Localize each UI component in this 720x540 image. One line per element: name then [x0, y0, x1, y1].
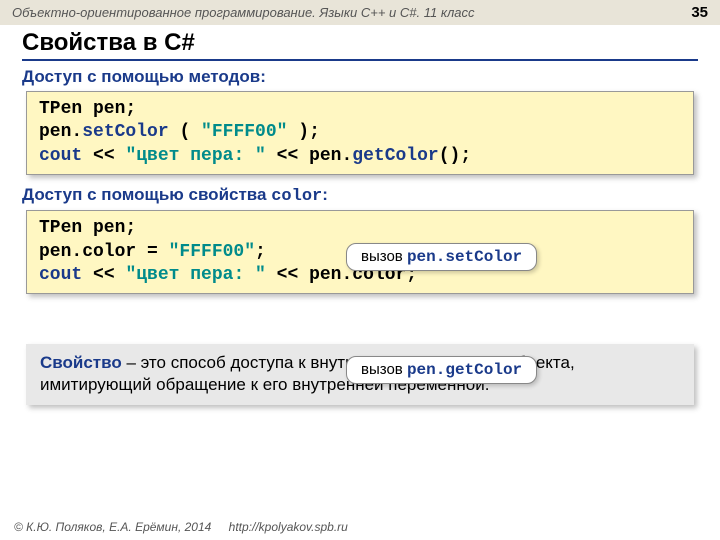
code-text: pen.color =	[39, 242, 169, 262]
code-text: << pen.	[266, 146, 352, 166]
page-number: 35	[691, 4, 708, 21]
code-keyword: getColor	[352, 146, 438, 166]
page-title: Свойства в C#	[22, 29, 698, 61]
code-string: "цвет пера: "	[125, 265, 265, 285]
footer: © К.Ю. Поляков, Е.А. Ерёмин, 2014 http:/…	[14, 520, 348, 534]
footer-url: http://kpolyakov.spb.ru	[229, 520, 348, 534]
code-text: ();	[439, 146, 471, 166]
callout-code: pen.setColor	[407, 248, 522, 266]
section1-heading: Доступ с помощью методов:	[22, 67, 698, 87]
content-area: Свойства в C# Доступ с помощью методов: …	[0, 25, 720, 405]
code-keyword: setColor	[82, 122, 168, 142]
callout-getcolor: вызов pen.getColor	[346, 356, 537, 384]
heading-code: color	[271, 187, 322, 206]
definition-term: Свойство	[40, 353, 122, 372]
code-string: "цвет пера: "	[125, 146, 265, 166]
callout-label: вызов	[361, 248, 407, 265]
course-label: Объектно-ориентированное программировани…	[12, 5, 475, 20]
code-keyword: cout	[39, 265, 82, 285]
heading-text: :	[322, 185, 328, 204]
section2-heading: Доступ с помощью свойства color:	[22, 185, 698, 206]
code-text: TPen pen;	[39, 218, 136, 238]
header-strip: Объектно-ориентированное программировани…	[0, 0, 720, 25]
copyright: © К.Ю. Поляков, Е.А. Ерёмин, 2014	[14, 520, 211, 534]
code-text: ;	[255, 242, 266, 262]
code-text: );	[287, 122, 319, 142]
callout-code: pen.getColor	[407, 361, 522, 379]
code-text: (	[169, 122, 201, 142]
code-string: "FFFF00"	[201, 122, 287, 142]
code-text: pen.	[39, 122, 82, 142]
callout-setcolor: вызов pen.setColor	[346, 243, 537, 271]
code-text: TPen pen;	[39, 99, 136, 119]
code-block-methods: TPen pen; pen.setColor ( "FFFF00" ); cou…	[26, 91, 694, 175]
code-text: <<	[82, 265, 125, 285]
code-string: "FFFF00"	[169, 242, 255, 262]
code-keyword: cout	[39, 146, 82, 166]
heading-text: Доступ с помощью свойства	[22, 185, 271, 204]
code-text: <<	[82, 146, 125, 166]
callout-label: вызов	[361, 361, 407, 378]
